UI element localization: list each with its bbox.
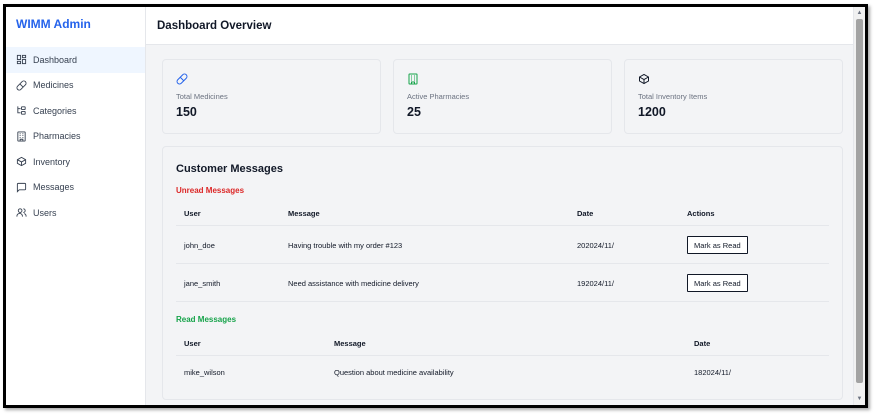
top-header: Dashboard Overview	[146, 7, 853, 45]
message-text: Having trouble with my order #123	[288, 240, 403, 250]
mark-as-read-button[interactable]: Mark as Read	[687, 274, 748, 292]
sidebar-item-label: Inventory	[33, 156, 71, 167]
pill-icon	[15, 79, 27, 91]
read-section-label: Read Messages	[176, 315, 237, 324]
sidebar-item-categories[interactable]: Categories	[6, 98, 145, 124]
sidebar-item-label: Dashboard	[33, 54, 78, 65]
stat-card-pharmacies: Active Pharmacies 25	[393, 59, 612, 134]
message-text: Question about medicine availability	[334, 367, 454, 377]
sidebar-item-pharmacies[interactable]: Pharmacies	[6, 124, 145, 150]
pill-icon	[176, 72, 188, 85]
column-header-date: Date	[694, 339, 711, 348]
message-icon	[15, 181, 27, 193]
column-header-user: User	[184, 209, 201, 218]
column-header-user: User	[184, 339, 201, 348]
sidebar-item-messages[interactable]: Messages	[6, 175, 145, 201]
column-header-actions: Actions	[687, 209, 715, 218]
stat-value: 150	[176, 105, 197, 119]
column-header-date: Date	[577, 209, 594, 218]
unread-table-header: User Message Date Actions	[176, 202, 829, 226]
sidebar-item-label: Users	[33, 207, 57, 218]
stat-card-inventory: Total Inventory Items 1200	[624, 59, 843, 134]
sidebar-item-label: Categories	[33, 105, 77, 116]
stat-value: 1200	[638, 105, 666, 119]
stat-label: Total Inventory Items	[638, 92, 708, 101]
table-row: mike_wilson Question about medicine avai…	[176, 357, 829, 387]
sidebar-item-label: Pharmacies	[33, 131, 81, 142]
sidebar-item-medicines[interactable]: Medicines	[6, 73, 145, 99]
message-user: mike_wilson	[184, 367, 225, 377]
mark-as-read-button[interactable]: Mark as Read	[687, 236, 748, 254]
read-table-header: User Message Date	[176, 332, 829, 356]
message-user: jane_smith	[184, 278, 221, 288]
sidebar-item-label: Messages	[33, 182, 75, 193]
table-row: john_doe Having trouble with my order #1…	[176, 227, 829, 264]
message-date: 202024/11/	[577, 240, 614, 250]
stat-value: 25	[407, 105, 421, 119]
table-row: jane_smith Need assistance with medicine…	[176, 265, 829, 302]
sidebar-item-label: Medicines	[33, 80, 74, 91]
sidebar-item-inventory[interactable]: Inventory	[6, 149, 145, 175]
scroll-up-icon[interactable]: ▲	[854, 7, 865, 19]
stat-label: Total Medicines	[176, 92, 228, 101]
scroll-down-icon[interactable]: ▼	[854, 393, 865, 405]
box-icon	[638, 72, 650, 85]
message-date: 192024/11/	[577, 278, 614, 288]
category-tree-icon	[15, 105, 27, 117]
sidebar-item-users[interactable]: Users	[6, 200, 145, 226]
box-icon	[15, 156, 27, 168]
main-content: Total Medicines 150 Active Pharmacies 25…	[146, 45, 853, 405]
scrollbar-thumb[interactable]	[856, 19, 863, 383]
brand-logo[interactable]: WIMM Admin	[16, 17, 91, 31]
vertical-scrollbar[interactable]: ▲ ▼	[853, 7, 865, 405]
page-title: Dashboard Overview	[157, 20, 272, 32]
users-icon	[15, 207, 27, 219]
message-user: john_doe	[184, 240, 215, 250]
unread-section-label: Unread Messages	[176, 186, 245, 195]
customer-messages-card: Customer Messages Unread Messages User M…	[162, 146, 843, 400]
stat-card-medicines: Total Medicines 150	[162, 59, 381, 134]
app-window: WIMM Admin Dashboard Medicines Categorie…	[3, 4, 868, 408]
message-date: 182024/11/	[694, 367, 731, 377]
sidebar-item-dashboard[interactable]: Dashboard	[6, 47, 145, 73]
sidebar: WIMM Admin Dashboard Medicines Categorie…	[6, 7, 146, 405]
message-text: Need assistance with medicine delivery	[288, 278, 419, 288]
building-icon	[15, 130, 27, 142]
dashboard-icon	[15, 54, 27, 66]
building-icon	[407, 72, 419, 85]
sidebar-nav: Dashboard Medicines Categories Pharmacie…	[6, 47, 145, 226]
messages-title: Customer Messages	[176, 163, 283, 175]
column-header-message: Message	[288, 209, 320, 218]
stat-label: Active Pharmacies	[407, 92, 470, 101]
column-header-message: Message	[334, 339, 366, 348]
